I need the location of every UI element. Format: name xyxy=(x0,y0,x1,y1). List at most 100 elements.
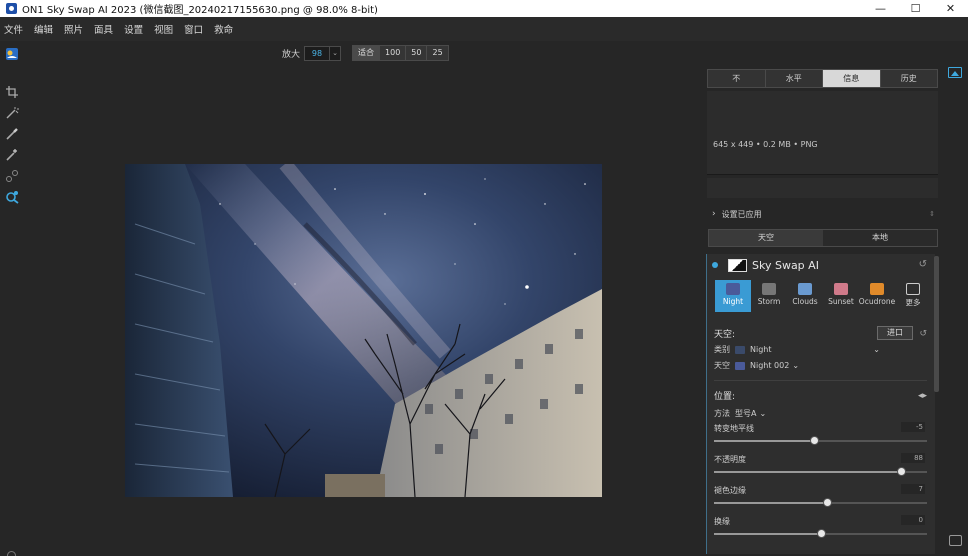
panel-scrollbar[interactable] xyxy=(934,256,939,392)
preset-more[interactable]: 更多 xyxy=(895,280,931,312)
method-value: 型号A xyxy=(735,409,757,418)
sky-value: Night 002 xyxy=(750,361,790,370)
zoom-input[interactable]: 98 xyxy=(304,45,331,61)
browse-tool[interactable] xyxy=(3,45,21,63)
menu-window[interactable]: 窗口 xyxy=(184,22,203,36)
crop-icon xyxy=(6,86,18,98)
window-title: ON1 Sky Swap AI 2023 (微信截图_2024021715563… xyxy=(22,5,378,16)
tab-sky[interactable]: 天空 xyxy=(709,230,823,246)
preset-storm[interactable]: Storm xyxy=(751,280,787,312)
source-tabs: 天空 本地 xyxy=(708,229,938,247)
magic-wand-icon xyxy=(6,107,19,119)
settings-applied-row[interactable]: › 设置已应用 ⇕ xyxy=(706,206,939,222)
slider-knob[interactable] xyxy=(897,467,907,476)
up-down-icon: ⇕ xyxy=(929,210,935,218)
storm-icon xyxy=(762,283,776,295)
position-section-title: 位置: xyxy=(714,392,736,402)
slider-knob[interactable] xyxy=(810,436,820,445)
preset-ocudrone[interactable]: Ocudrone xyxy=(859,280,895,312)
slider-shift-edge[interactable]: 换缘 0 xyxy=(707,514,935,545)
slider-knob[interactable] xyxy=(822,498,832,507)
slider-fade-edge[interactable]: 褪色边缘 7 xyxy=(707,483,935,514)
info-box: 645 x 449 • 0.2 MB • PNG xyxy=(707,91,938,175)
preset-clouds[interactable]: Clouds xyxy=(787,280,823,312)
sky-thumbnail-icon xyxy=(735,361,745,370)
chain-tool[interactable] xyxy=(3,167,21,185)
sunset-icon xyxy=(834,283,848,295)
category-row[interactable]: 类别 Night ⌄ xyxy=(707,342,935,357)
magic-wand-tool[interactable] xyxy=(3,104,21,122)
settings-applied-label: 设置已应用 xyxy=(721,209,762,219)
tab-local[interactable]: 本地 xyxy=(823,230,937,246)
category-value: Night xyxy=(750,345,772,354)
chevron-down-icon: ⌄ xyxy=(759,409,767,418)
chevron-down-icon: ⌄ xyxy=(332,49,338,57)
module-title: Sky Swap AI xyxy=(752,258,819,272)
more-checkbox-icon xyxy=(906,283,920,295)
category-label: 类别 xyxy=(714,345,730,354)
slider-shift-horizon[interactable]: 转变地平线 -5 xyxy=(707,421,935,452)
module-header: Sky Swap AI ↺ xyxy=(707,254,935,276)
brush-tool[interactable] xyxy=(3,125,21,143)
clouds-icon xyxy=(798,283,812,295)
preset-night[interactable]: Night xyxy=(715,280,751,312)
sky-reset-icon[interactable]: ↺ xyxy=(919,329,927,339)
loupe-icon[interactable] xyxy=(7,551,16,556)
refine-brush-tool[interactable] xyxy=(3,146,21,164)
zoom-dropdown[interactable]: ⌄ xyxy=(330,45,342,61)
panel-tabs: 不 水平 信息 历史 xyxy=(707,69,938,88)
reset-icon[interactable]: ↺ xyxy=(919,259,927,270)
preset-sunset[interactable]: Sunset xyxy=(823,280,859,312)
zoom-icon xyxy=(6,191,19,204)
minimize-button[interactable]: — xyxy=(863,0,898,17)
tab-none[interactable]: 不 xyxy=(708,70,766,87)
night-sky-photo xyxy=(125,164,602,497)
slider-knob[interactable] xyxy=(816,529,826,538)
category-icon xyxy=(735,345,745,354)
menu-help[interactable]: 救命 xyxy=(214,22,233,36)
sky-section-row: 天空: 进口 ↺ xyxy=(707,326,935,341)
app-logo-icon xyxy=(6,3,17,14)
method-row[interactable]: 方法 型号A ⌄ xyxy=(707,406,935,421)
tab-history[interactable]: 历史 xyxy=(881,70,938,87)
info-strip xyxy=(707,178,938,198)
sky-label: 天空 xyxy=(714,361,730,370)
chain-icon xyxy=(6,170,18,182)
browse-image-icon[interactable] xyxy=(948,67,962,78)
menu-photo[interactable]: 照片 xyxy=(64,22,83,36)
sky-presets: Night Storm Clouds Sunset Ocudrone 更多 xyxy=(707,280,935,312)
zoom-25-button[interactable]: 25 xyxy=(427,46,447,60)
sky-select-row[interactable]: 天空 Night 002 ⌄ xyxy=(707,358,935,373)
menu-edit[interactable]: 编辑 xyxy=(34,22,53,36)
position-section-row: 位置: ◂▸ xyxy=(707,388,935,403)
crop-tool[interactable] xyxy=(3,83,21,101)
app-window: ON1 Sky Swap AI 2023 (微信截图_2024021715563… xyxy=(0,0,968,556)
tab-info[interactable]: 信息 xyxy=(823,70,881,87)
flip-arrows-icon[interactable]: ◂▸ xyxy=(918,391,927,401)
import-button[interactable]: 进口 xyxy=(877,326,913,340)
print-icon[interactable] xyxy=(949,535,962,546)
module-enabled-dot[interactable] xyxy=(712,262,718,268)
menu-view[interactable]: 视图 xyxy=(154,22,173,36)
menu-bar: 文件 编辑 照片 面具 设置 视图 窗口 救命 xyxy=(0,17,968,41)
zoom-100-button[interactable]: 100 xyxy=(380,46,407,60)
menu-settings[interactable]: 设置 xyxy=(124,22,143,36)
zoom-tool[interactable] xyxy=(3,188,21,206)
photo-canvas[interactable] xyxy=(125,164,602,497)
zoom-controls: 放大 98 ⌄ 适合 100 50 25 xyxy=(282,45,449,61)
close-button[interactable]: ✕ xyxy=(933,0,968,17)
slider-opacity[interactable]: 不透明度 88 xyxy=(707,452,935,483)
ocudrone-icon xyxy=(870,283,884,295)
night-sky-icon xyxy=(726,283,740,295)
menu-mask[interactable]: 面具 xyxy=(94,22,113,36)
zoom-50-button[interactable]: 50 xyxy=(406,46,428,60)
left-toolbar xyxy=(3,45,23,209)
zoom-fit-button[interactable]: 适合 xyxy=(353,46,381,60)
tab-level[interactable]: 水平 xyxy=(766,70,823,87)
menu-file[interactable]: 文件 xyxy=(4,22,23,36)
chevron-down-icon: ⌄ xyxy=(873,345,880,354)
maximize-button[interactable]: ☐ xyxy=(898,0,933,17)
method-label: 方法 xyxy=(714,409,730,418)
brush-icon xyxy=(6,128,18,140)
chevron-down-icon: ⌄ xyxy=(792,361,800,370)
